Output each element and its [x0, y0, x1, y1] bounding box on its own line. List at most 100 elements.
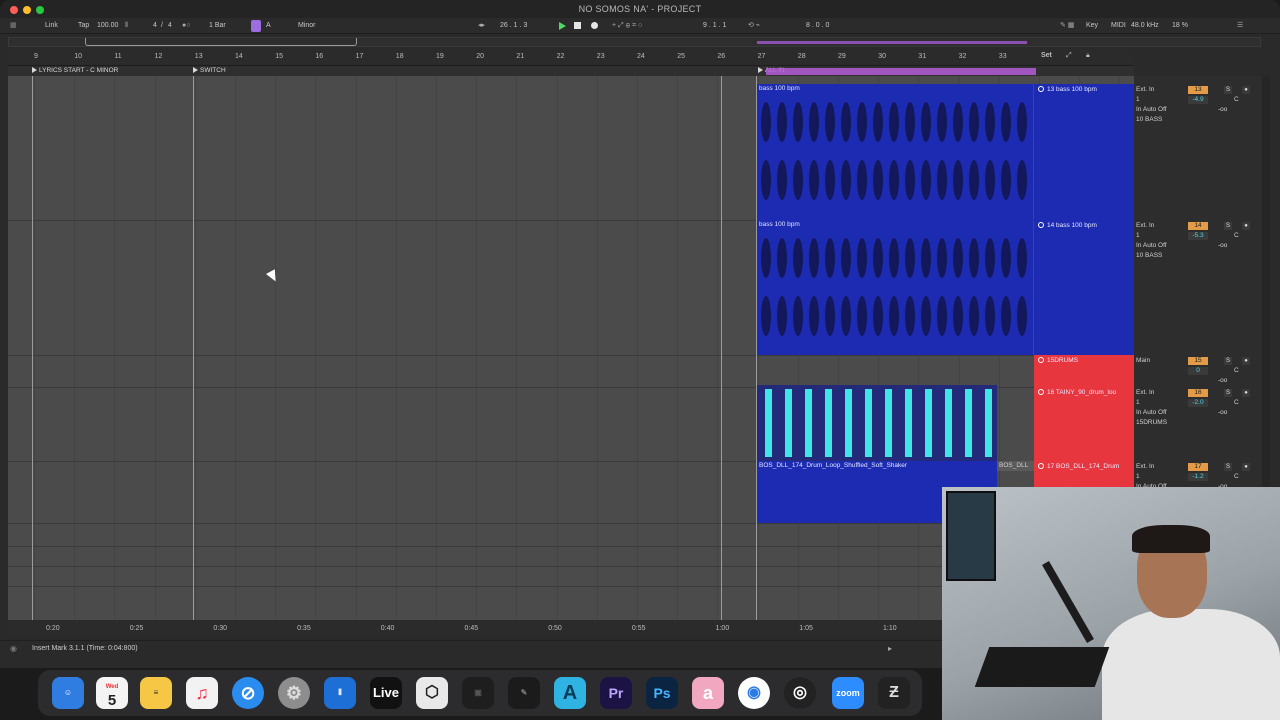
monitor-switch[interactable]: In Auto Off [1136, 242, 1167, 249]
loop-icon[interactable]: ⟲ ⌁ [748, 21, 760, 31]
metronome-icon[interactable]: ⦀ [125, 21, 128, 31]
monitor-switch[interactable]: In Auto Off [1136, 106, 1167, 113]
send-field[interactable]: -oo [1218, 409, 1227, 416]
app-eye-icon[interactable]: ◉ [738, 677, 770, 709]
slot-stop-icon[interactable] [1038, 357, 1044, 363]
key-letter[interactable]: A [266, 21, 271, 31]
solo-button[interactable]: S [1224, 463, 1232, 471]
pan-knob[interactable]: C [1234, 473, 1239, 480]
follow-icon[interactable]: ●○ [182, 21, 190, 31]
output-select[interactable]: 10 BASS [1136, 116, 1162, 123]
track-number-button[interactable]: 15 [1188, 357, 1208, 365]
input-channel-select[interactable]: 1 [1136, 473, 1140, 480]
monitor-switch[interactable]: In Auto Off [1136, 409, 1167, 416]
volume-field[interactable]: -1.2 [1188, 473, 1208, 481]
pan-knob[interactable]: C [1234, 399, 1239, 406]
draw-mode-icon[interactable]: ✎ ▦ [1060, 21, 1074, 31]
key-swatch-icon[interactable] [251, 20, 261, 32]
input-channel-select[interactable]: 1 [1136, 96, 1140, 103]
audio-clip-bass-2[interactable]: bass 100 bpm [757, 220, 1033, 355]
tap-button[interactable]: Tap [78, 21, 89, 31]
arm-button[interactable]: ● [1242, 389, 1250, 397]
slot-stop-icon[interactable] [1038, 389, 1044, 395]
calendar-icon[interactable]: Wed 5 [96, 677, 128, 709]
locator-switch[interactable]: SWITCH [193, 67, 226, 74]
overview-view-box[interactable] [85, 38, 357, 46]
audio-app-icon[interactable]: ⦀ [324, 677, 356, 709]
session-slot-16[interactable]: 16 TAINY_90_drum_loo [1034, 387, 1134, 461]
locator-lane[interactable]: LYRICS START - C MINOR SWITCH ALL IN [8, 66, 1134, 76]
volume-field[interactable]: -2.0 [1188, 399, 1208, 407]
solo-button[interactable]: S [1224, 222, 1232, 230]
cube-app-icon[interactable]: ⬡ [416, 677, 448, 709]
input-type-select[interactable]: Ext. In [1136, 389, 1154, 396]
obs-icon[interactable]: ◎ [784, 677, 816, 709]
send-field[interactable]: -oo [1218, 106, 1227, 113]
input-channel-select[interactable]: 1 [1136, 399, 1140, 406]
sidebar-toggle-icon[interactable]: ▦ [10, 21, 17, 31]
audio-clip-bos-dll[interactable]: BOS_DLL [997, 461, 1034, 471]
scale-select[interactable]: Minor [298, 21, 316, 31]
app-a-icon[interactable]: a [692, 677, 724, 709]
session-slot-13[interactable]: 13 bass 100 bpm [1034, 84, 1134, 220]
key-map-button[interactable]: Key [1086, 21, 1098, 31]
music-icon[interactable]: ♫ [186, 677, 218, 709]
session-slot-15[interactable]: 15DRUMS [1034, 355, 1134, 387]
app-store-icon[interactable]: A [554, 677, 586, 709]
slot-stop-icon[interactable] [1038, 463, 1044, 469]
info-icon[interactable]: ◉ [10, 644, 17, 653]
lock-icon[interactable]: 🔒︎ [1086, 52, 1090, 60]
output-select[interactable]: 15DRUMS [1136, 419, 1167, 426]
slot-stop-icon[interactable] [1038, 86, 1044, 92]
time-ruler[interactable]: 0:20 0:25 0:30 0:35 0:40 0:45 0:50 0:55 1:00 1:05… [8, 620, 948, 636]
song-position[interactable]: 26 . 1 . 3 [500, 21, 527, 31]
beat-ruler[interactable]: 9 10 11 12 13 14 15 16 17 18 19 20 21 22 23 24 25 26 27 28 2… [8, 50, 1134, 66]
track-number-button[interactable]: 17 [1188, 463, 1208, 471]
input-channel-select[interactable]: 1 [1136, 232, 1140, 239]
expand-arrow-icon[interactable]: ▸ [888, 644, 892, 653]
slot-stop-icon[interactable] [1038, 222, 1044, 228]
input-type-select[interactable]: Ext. In [1136, 463, 1154, 470]
arm-button[interactable]: ● [1242, 463, 1250, 471]
pan-knob[interactable]: C [1234, 96, 1239, 103]
system-settings-icon[interactable]: ⚙ [278, 677, 310, 709]
session-slot-17[interactable]: 17 BOS_DLL_174_Drum [1034, 461, 1134, 488]
solo-button[interactable]: S [1224, 357, 1232, 365]
zoom-icon[interactable]: zoom [832, 677, 864, 709]
send-field[interactable]: -oo [1218, 242, 1227, 249]
quantize-select[interactable]: 1 Bar [209, 21, 226, 31]
premiere-icon[interactable]: Pr [600, 677, 632, 709]
volume-field[interactable]: -4.9 [1188, 96, 1208, 104]
pen-app-icon[interactable]: ✎ [508, 677, 540, 709]
stop-button[interactable] [574, 22, 581, 29]
play-button[interactable] [559, 22, 566, 30]
track-number-button[interactable]: 14 [1188, 222, 1208, 230]
photoshop-icon[interactable]: Ps [646, 677, 678, 709]
time-sig-denominator[interactable]: 4 [168, 21, 172, 31]
time-sig-numerator[interactable]: 4 [153, 21, 157, 31]
arm-button[interactable]: ● [1242, 357, 1250, 365]
solo-button[interactable]: S [1224, 389, 1232, 397]
automation-arm-icon[interactable]: + ⤢ ⊕ ⌗ ○ [612, 21, 642, 31]
loop-length-field[interactable]: 8 . 0 . 0 [806, 21, 829, 31]
link-button[interactable]: Link [45, 21, 58, 31]
track-number-button[interactable]: 13 [1188, 86, 1208, 94]
session-slot-14[interactable]: 14 bass 100 bpm [1034, 220, 1134, 355]
safari-icon[interactable]: ⊘ [232, 677, 264, 709]
finder-icon[interactable]: ☺ [52, 677, 84, 709]
loop-brace[interactable] [766, 68, 1036, 75]
ableton-live-icon[interactable]: Live [370, 677, 402, 709]
arm-button[interactable]: ● [1242, 86, 1250, 94]
track-number-button[interactable]: 16 [1188, 389, 1208, 397]
pan-knob[interactable]: C [1234, 367, 1239, 374]
input-type-select[interactable]: Main [1136, 357, 1150, 364]
volume-field[interactable]: -5.3 [1188, 232, 1208, 240]
send-field[interactable]: -oo [1218, 377, 1227, 384]
solo-button[interactable]: S [1224, 86, 1232, 94]
fit-icon[interactable]: ⤢ [1066, 52, 1072, 60]
locator-lyrics-start[interactable]: LYRICS START - C MINOR [32, 67, 118, 74]
midi-map-button[interactable]: MIDI [1111, 21, 1126, 31]
volume-field[interactable]: 0 [1188, 367, 1208, 375]
input-type-select[interactable]: Ext. In [1136, 222, 1154, 229]
app-z-icon[interactable]: Ƶ [878, 677, 910, 709]
